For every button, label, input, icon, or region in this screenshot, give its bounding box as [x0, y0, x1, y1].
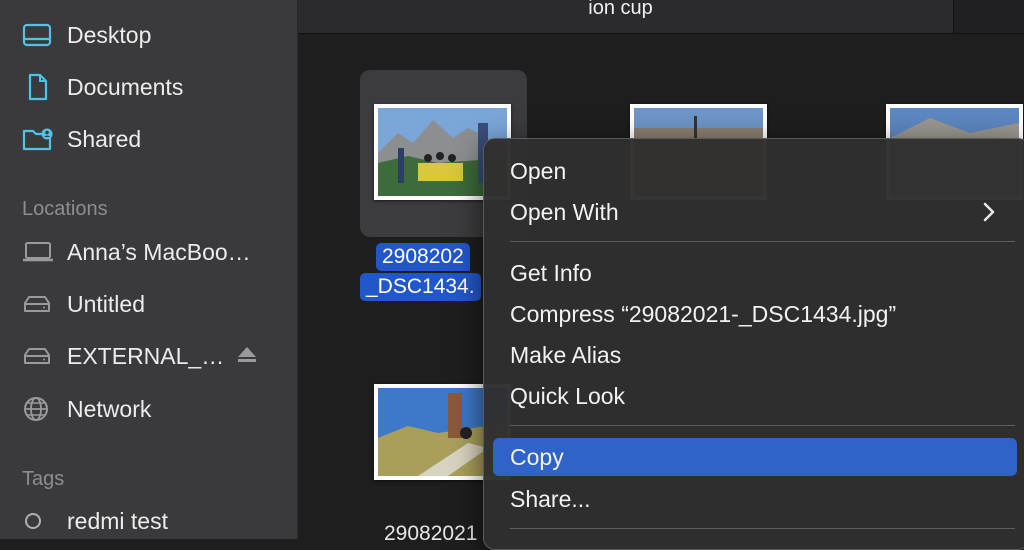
title-bar-extension	[953, 0, 1024, 34]
shared-folder-icon	[22, 125, 54, 153]
eject-icon[interactable]	[237, 346, 257, 369]
sidebar-item-documents[interactable]: Documents	[22, 67, 183, 107]
laptop-icon	[22, 238, 54, 266]
menu-separator	[510, 528, 1015, 529]
menu-item-open-with[interactable]: Open With	[493, 193, 1017, 231]
sidebar: Desktop Documents Shared Locations Anna’…	[0, 0, 298, 539]
menu-item-make-alias[interactable]: Make Alias	[493, 336, 1017, 374]
menu-separator	[510, 241, 1015, 242]
sidebar-item-label: Network	[67, 395, 152, 422]
desktop-icon	[22, 21, 54, 49]
sidebar-item-label: Anna’s MacBoo…	[67, 238, 251, 265]
sidebar-item-external[interactable]: EXTERNAL_…	[22, 336, 224, 376]
menu-item-compress[interactable]: Compress “29082021-_DSC1434.jpg”	[493, 295, 1017, 333]
menu-item-open[interactable]: Open	[493, 152, 1017, 190]
file-name[interactable]: 29082021	[384, 522, 477, 546]
menu-separator	[510, 425, 1015, 426]
locations-section-title: Locations	[22, 198, 108, 220]
sidebar-item-label: Shared	[67, 125, 142, 152]
sidebar-item-network[interactable]: Network	[22, 389, 151, 429]
globe-icon	[22, 395, 54, 423]
sidebar-item-label: Desktop	[67, 21, 152, 48]
tags-section-title: Tags	[22, 468, 65, 490]
sidebar-item-desktop[interactable]: Desktop	[22, 15, 151, 55]
tag-circle-icon	[22, 507, 54, 535]
menu-item-label: Open With	[510, 198, 619, 225]
drive-icon	[22, 290, 54, 318]
selected-file-name-line2[interactable]: _DSC1434.	[360, 273, 481, 301]
sidebar-item-tag[interactable]: redmi test	[22, 501, 168, 541]
window-title-bar: ion cup	[298, 0, 953, 34]
sidebar-item-macbook[interactable]: Anna’s MacBoo…	[22, 232, 251, 272]
menu-item-copy[interactable]: Copy	[493, 438, 1017, 476]
context-menu: Open Open With Get Info Compress “290820…	[483, 138, 1024, 550]
sidebar-item-shared[interactable]: Shared	[22, 119, 141, 159]
sidebar-item-label: Documents	[67, 73, 184, 100]
sidebar-item-label: redmi test	[67, 507, 168, 534]
chevron-right-icon	[983, 201, 995, 228]
sidebar-item-label: Untitled	[67, 290, 145, 317]
selected-file-name-line1[interactable]: 2908202	[376, 243, 470, 271]
document-icon	[22, 73, 54, 101]
window-title: ion cup	[588, 0, 653, 19]
sidebar-item-label: EXTERNAL_…	[67, 342, 225, 369]
drive-icon	[22, 342, 54, 370]
sidebar-item-untitled[interactable]: Untitled	[22, 284, 145, 324]
menu-item-quick-look[interactable]: Quick Look	[493, 377, 1017, 415]
menu-item-get-info[interactable]: Get Info	[493, 254, 1017, 292]
menu-item-share[interactable]: Share...	[493, 480, 1017, 518]
